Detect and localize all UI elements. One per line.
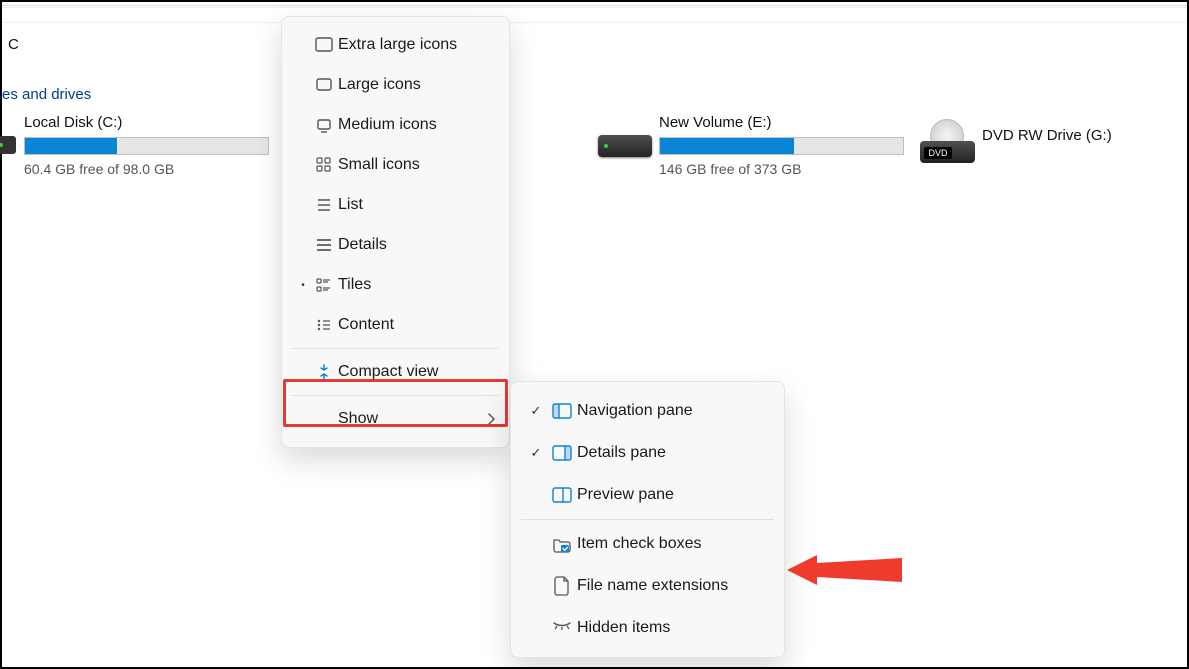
menu-label: Compact view bbox=[338, 363, 438, 381]
menu-label: Extra large icons bbox=[338, 36, 457, 54]
drive-space-text: 146 GB free of 373 GB bbox=[659, 161, 904, 177]
menu-item-small-icons[interactable]: Small icons bbox=[282, 145, 509, 185]
menu-label: Medium icons bbox=[338, 116, 437, 134]
menu-item-show[interactable]: Show bbox=[282, 399, 509, 439]
checkmark-icon: ✓ bbox=[525, 445, 547, 461]
file-name-extensions-icon bbox=[547, 576, 577, 596]
menu-separator bbox=[521, 519, 774, 520]
submenu-label: Item check boxes bbox=[577, 535, 702, 553]
content-icon bbox=[310, 316, 338, 334]
menu-separator bbox=[292, 348, 499, 349]
menu-label: Content bbox=[338, 316, 394, 334]
menu-separator bbox=[292, 395, 499, 396]
submenu-label: File name extensions bbox=[577, 577, 728, 595]
hard-drive-icon bbox=[598, 135, 652, 157]
submenu-item-preview-pane[interactable]: Preview pane bbox=[511, 474, 784, 516]
preview-pane-icon bbox=[547, 487, 577, 503]
drive-local-c[interactable]: Local Disk (C:) 60.4 GB free of 98.0 GB bbox=[24, 114, 269, 177]
menu-item-compact-view[interactable]: Compact view bbox=[282, 352, 509, 392]
compact-view-icon bbox=[310, 363, 338, 381]
extra-large-icons-icon bbox=[310, 36, 338, 54]
menu-item-medium-icons[interactable]: Medium icons bbox=[282, 105, 509, 145]
dvd-drive-icon: DVD bbox=[920, 119, 975, 169]
checkmark-icon: ✓ bbox=[525, 403, 547, 419]
menu-item-content[interactable]: Content bbox=[282, 305, 509, 345]
submenu-label: Details pane bbox=[577, 444, 666, 462]
details-pane-icon bbox=[547, 445, 577, 461]
drive-space-text: 60.4 GB free of 98.0 GB bbox=[24, 161, 269, 177]
submenu-item-item-check-boxes[interactable]: Item check boxes bbox=[511, 523, 784, 565]
show-submenu: ✓ Navigation pane ✓ Details pane Preview… bbox=[510, 381, 785, 658]
menu-label: Small icons bbox=[338, 156, 420, 174]
drive-title: New Volume (E:) bbox=[659, 114, 904, 131]
large-icons-icon bbox=[310, 76, 338, 94]
drive-title: Local Disk (C:) bbox=[24, 114, 269, 131]
drive-dvd-g[interactable]: DVD RW Drive (G:) bbox=[982, 127, 1112, 150]
menu-item-list[interactable]: List bbox=[282, 185, 509, 225]
breadcrumb-fragment: C bbox=[8, 36, 19, 53]
item-check-boxes-icon bbox=[547, 535, 577, 553]
section-header-devices: es and drives bbox=[2, 86, 91, 103]
chevron-right-icon bbox=[487, 413, 495, 425]
submenu-item-hidden-items[interactable]: Hidden items bbox=[511, 607, 784, 649]
menu-label: Show bbox=[338, 410, 378, 428]
hidden-items-icon bbox=[547, 621, 577, 635]
annotation-arrow bbox=[787, 550, 902, 590]
menu-label: Tiles bbox=[338, 276, 371, 294]
view-context-menu: Extra large icons Large icons Medium ico… bbox=[281, 16, 510, 448]
radio-indicator: • bbox=[296, 280, 310, 291]
details-icon bbox=[310, 236, 338, 254]
submenu-label: Hidden items bbox=[577, 619, 670, 637]
menu-item-extra-large-icons[interactable]: Extra large icons bbox=[282, 25, 509, 65]
menu-item-large-icons[interactable]: Large icons bbox=[282, 65, 509, 105]
menu-item-tiles[interactable]: • Tiles bbox=[282, 265, 509, 305]
submenu-label: Navigation pane bbox=[577, 402, 693, 420]
drive-title: DVD RW Drive (G:) bbox=[982, 127, 1112, 144]
submenu-label: Preview pane bbox=[577, 486, 674, 504]
menu-item-details[interactable]: Details bbox=[282, 225, 509, 265]
submenu-item-details-pane[interactable]: ✓ Details pane bbox=[511, 432, 784, 474]
submenu-item-file-name-extensions[interactable]: File name extensions bbox=[511, 565, 784, 607]
submenu-item-navigation-pane[interactable]: ✓ Navigation pane bbox=[511, 390, 784, 432]
menu-label: List bbox=[338, 196, 363, 214]
tiles-icon bbox=[310, 276, 338, 294]
drive-new-volume-e[interactable]: New Volume (E:) 146 GB free of 373 GB bbox=[659, 114, 904, 177]
menu-label: Large icons bbox=[338, 76, 421, 94]
drive-usage-bar bbox=[659, 137, 904, 155]
drive-usage-bar bbox=[24, 137, 269, 155]
navigation-pane-icon bbox=[547, 403, 577, 419]
list-icon bbox=[310, 196, 338, 214]
small-icons-icon bbox=[310, 156, 338, 174]
hard-drive-icon bbox=[0, 136, 16, 154]
medium-icons-icon bbox=[310, 116, 338, 134]
menu-label: Details bbox=[338, 236, 387, 254]
